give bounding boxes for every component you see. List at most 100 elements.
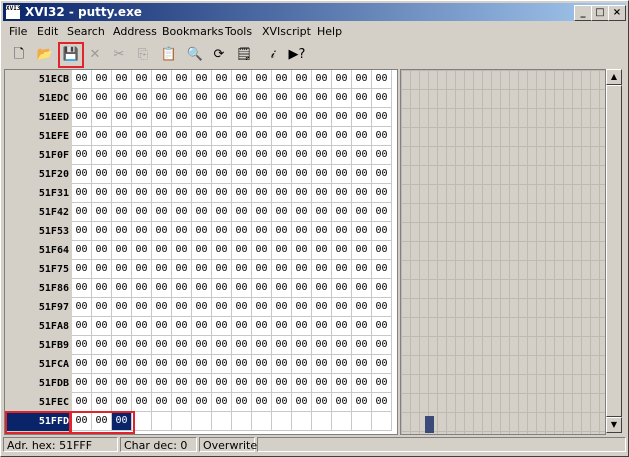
hex-byte-cell[interactable]: 00 [172, 241, 192, 260]
hex-byte-cell[interactable]: 00 [252, 355, 272, 374]
hex-byte-cell[interactable]: 00 [192, 355, 212, 374]
menu-file[interactable]: File [9, 25, 27, 38]
hex-byte-cell[interactable]: 00 [232, 165, 252, 184]
hex-byte-cell[interactable]: 00 [252, 222, 272, 241]
hex-byte-cell[interactable]: 00 [132, 374, 152, 393]
hex-byte-cell[interactable]: 00 [192, 203, 212, 222]
hex-byte-cell[interactable]: 00 [112, 108, 132, 127]
hex-byte-cell[interactable]: 00 [232, 70, 252, 89]
hex-byte-cell[interactable]: 00 [292, 241, 312, 260]
hex-byte-cell[interactable]: 00 [372, 260, 392, 279]
hex-byte-cell[interactable]: 00 [272, 222, 292, 241]
hex-byte-cell[interactable]: 00 [212, 165, 232, 184]
hex-byte-cell[interactable]: 00 [312, 279, 332, 298]
hex-byte-cell[interactable]: 00 [192, 184, 212, 203]
hex-byte-cell[interactable]: 00 [292, 203, 312, 222]
hex-byte-cell[interactable]: 00 [112, 355, 132, 374]
xvi32-app-icon[interactable]: XVI32 [6, 5, 20, 19]
open-folder-icon[interactable]: 📂 [35, 45, 55, 65]
hex-byte-cell[interactable]: 00 [132, 222, 152, 241]
hex-byte-cell[interactable]: 00 [272, 89, 292, 108]
hex-byte-cell[interactable]: 00 [292, 70, 312, 89]
hex-byte-cell[interactable]: 00 [272, 165, 292, 184]
hex-byte-cell[interactable]: 00 [232, 393, 252, 412]
hex-byte-cell[interactable]: 00 [372, 89, 392, 108]
hex-byte-cell[interactable]: 00 [172, 184, 192, 203]
hex-byte-cell[interactable]: 00 [172, 279, 192, 298]
hex-byte-cell[interactable]: 00 [112, 393, 132, 412]
hex-byte-cell[interactable]: 00 [152, 146, 172, 165]
hex-byte-cell[interactable]: 00 [332, 393, 352, 412]
hex-byte-cell[interactable]: 00 [172, 374, 192, 393]
hex-byte-cell[interactable]: 00 [152, 127, 172, 146]
hex-byte-cell[interactable]: 00 [192, 165, 212, 184]
hex-byte-cell[interactable]: 00 [232, 222, 252, 241]
hex-byte-cell[interactable]: 00 [72, 203, 92, 222]
hex-byte-cell[interactable]: 00 [352, 393, 372, 412]
hex-byte-cell[interactable]: 00 [332, 260, 352, 279]
hex-byte-cell[interactable]: 00 [252, 70, 272, 89]
hex-byte-cell[interactable]: 00 [152, 203, 172, 222]
hex-byte-cell[interactable]: 00 [92, 393, 112, 412]
menu-search[interactable]: Search [67, 25, 105, 38]
hex-byte-cell[interactable]: 00 [352, 184, 372, 203]
hex-byte-cell[interactable]: 00 [92, 317, 112, 336]
hex-byte-cell[interactable]: 00 [292, 279, 312, 298]
hex-byte-cell[interactable]: 00 [232, 279, 252, 298]
hex-byte-cell[interactable]: 00 [212, 241, 232, 260]
hex-byte-cell[interactable]: 00 [232, 89, 252, 108]
hex-byte-cell[interactable]: 00 [292, 222, 312, 241]
replace-icon[interactable]: ⟳ [209, 45, 229, 65]
hex-byte-cell[interactable]: 00 [92, 279, 112, 298]
hex-byte-cell[interactable]: 00 [172, 336, 192, 355]
hex-byte-cell[interactable]: 00 [372, 241, 392, 260]
hex-byte-cell[interactable]: 00 [352, 260, 372, 279]
hex-byte-cell[interactable]: 00 [352, 108, 372, 127]
hex-byte-cell[interactable]: 00 [372, 146, 392, 165]
hex-byte-cell[interactable]: 00 [272, 393, 292, 412]
hex-byte-cell[interactable]: 00 [112, 412, 132, 431]
hex-byte-cell[interactable]: 00 [192, 260, 212, 279]
hex-byte-cell[interactable]: 00 [92, 184, 112, 203]
hex-byte-cell[interactable]: 00 [352, 127, 372, 146]
hex-byte-cell[interactable]: 00 [172, 108, 192, 127]
hex-byte-cell[interactable]: 00 [272, 317, 292, 336]
hex-byte-cell[interactable] [312, 412, 332, 431]
hex-byte-cell[interactable]: 00 [372, 374, 392, 393]
hex-byte-cell[interactable]: 00 [372, 184, 392, 203]
paste-icon[interactable]: 📋 [159, 45, 179, 65]
hex-byte-cell[interactable]: 00 [192, 127, 212, 146]
hex-byte-cell[interactable]: 00 [132, 279, 152, 298]
hex-byte-cell[interactable]: 00 [132, 241, 152, 260]
hex-byte-cell[interactable]: 00 [132, 355, 152, 374]
hex-byte-cell[interactable]: 00 [372, 336, 392, 355]
hex-byte-cell[interactable] [192, 412, 212, 431]
hex-byte-cell[interactable]: 00 [152, 317, 172, 336]
properties-icon[interactable]: 🗒 [234, 45, 254, 65]
hex-byte-cell[interactable]: 00 [192, 374, 212, 393]
hex-byte-cell[interactable]: 00 [272, 146, 292, 165]
hex-byte-cell[interactable]: 00 [352, 317, 372, 336]
hex-byte-cell[interactable]: 00 [92, 146, 112, 165]
hex-byte-cell[interactable]: 00 [112, 260, 132, 279]
hex-byte-cell[interactable]: 00 [92, 298, 112, 317]
hex-byte-cell[interactable]: 00 [112, 374, 132, 393]
hex-byte-cell[interactable]: 00 [252, 108, 272, 127]
hex-byte-cell[interactable]: 00 [272, 279, 292, 298]
hex-byte-cell[interactable]: 00 [192, 317, 212, 336]
hex-byte-cell[interactable]: 00 [272, 260, 292, 279]
hex-byte-cell[interactable]: 00 [352, 203, 372, 222]
find-icon[interactable]: 🔍 [185, 45, 205, 65]
hex-byte-cell[interactable]: 00 [72, 89, 92, 108]
hex-byte-cell[interactable]: 00 [272, 298, 292, 317]
hex-byte-cell[interactable]: 00 [92, 336, 112, 355]
hex-byte-cell[interactable] [372, 412, 392, 431]
hex-byte-cell[interactable]: 00 [312, 374, 332, 393]
hex-byte-cell[interactable]: 00 [332, 127, 352, 146]
hex-byte-cell[interactable]: 00 [172, 89, 192, 108]
menu-edit[interactable]: Edit [37, 25, 58, 38]
hex-byte-cell[interactable]: 00 [112, 298, 132, 317]
hex-byte-cell[interactable]: 00 [352, 241, 372, 260]
hex-byte-cell[interactable]: 00 [252, 336, 272, 355]
hex-byte-cell[interactable]: 00 [272, 355, 292, 374]
